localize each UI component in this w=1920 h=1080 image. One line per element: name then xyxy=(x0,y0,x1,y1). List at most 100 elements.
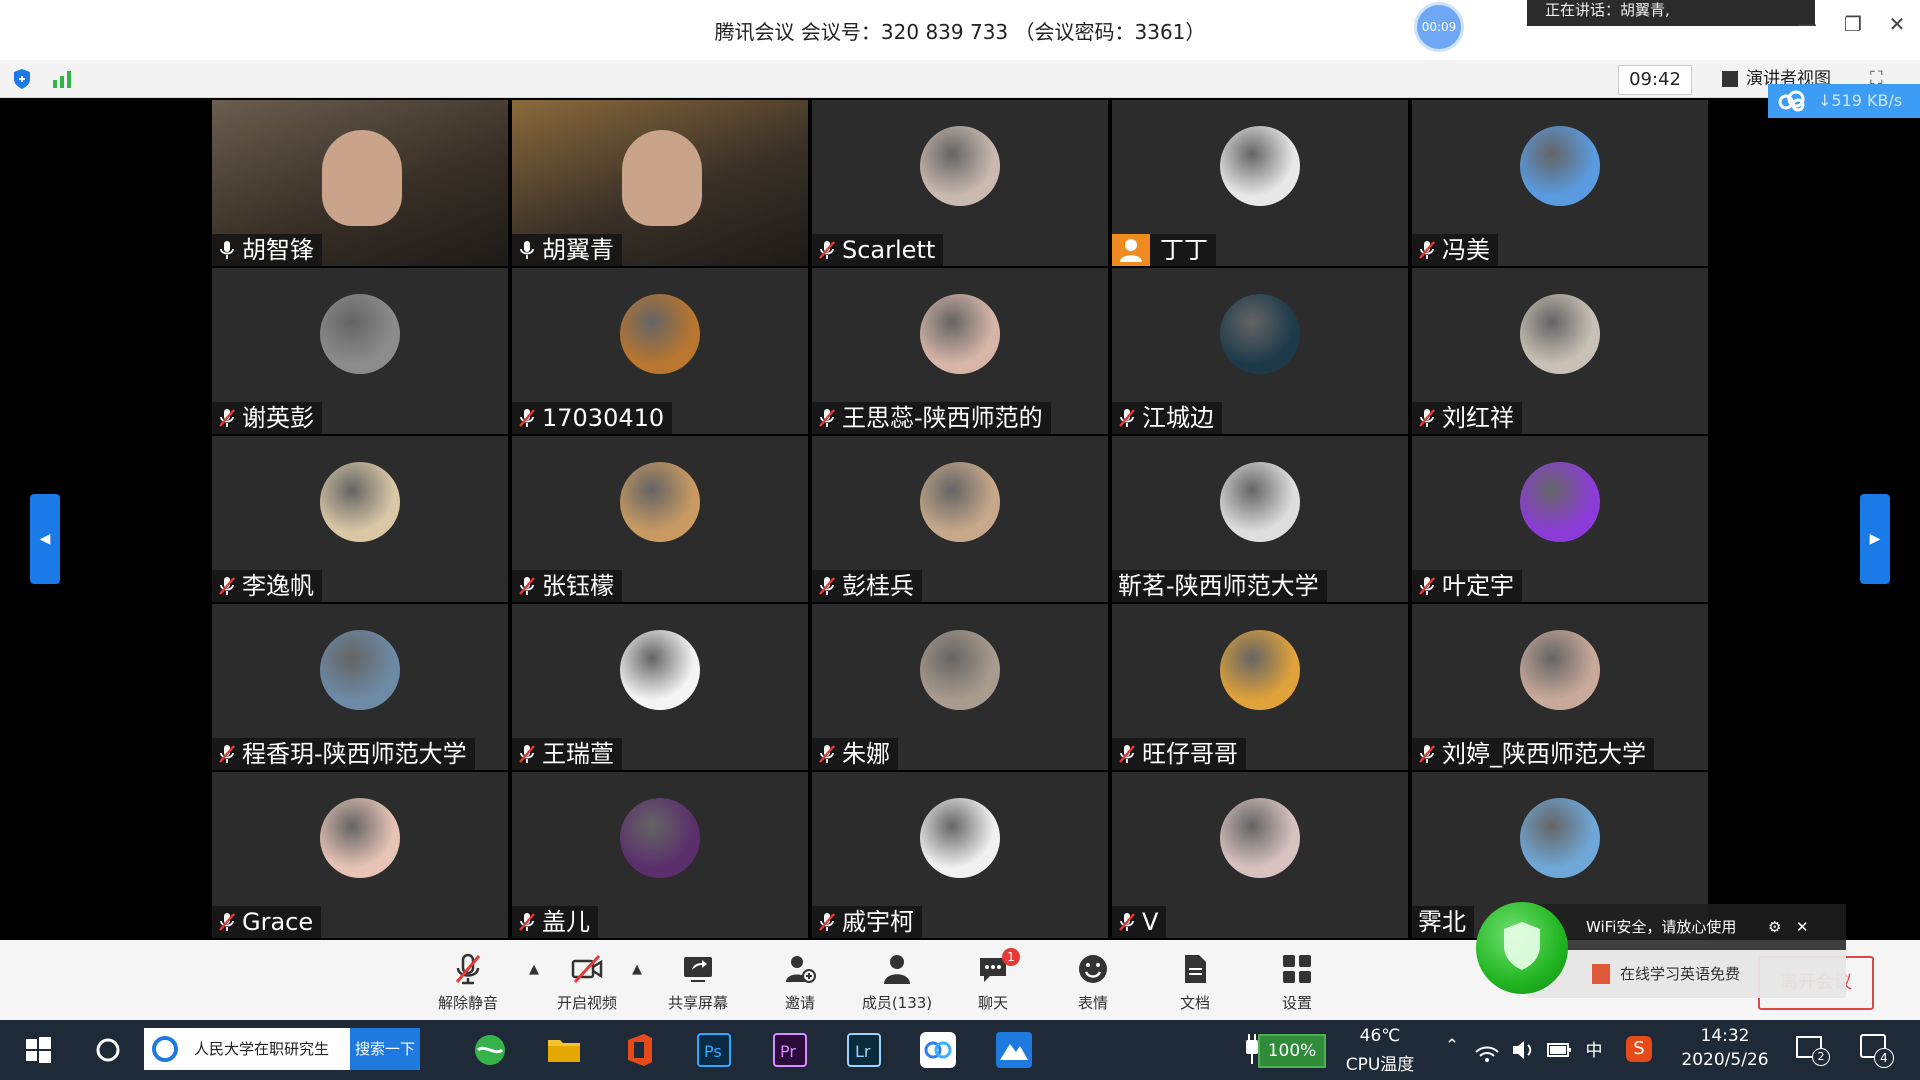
chat-button[interactable]: 1 聊天 xyxy=(948,940,1038,1020)
restore-button[interactable]: ❐ xyxy=(1838,12,1868,36)
next-page-arrow[interactable]: ▶ xyxy=(1860,494,1890,584)
taskbar-date[interactable]: 2020/5/26 xyxy=(1680,1050,1770,1070)
participant-tile[interactable]: 盖儿 xyxy=(512,772,808,938)
battery-tray-icon[interactable] xyxy=(1544,1030,1574,1070)
participant-tile[interactable]: 彭桂兵 xyxy=(812,436,1108,602)
participant-tile[interactable]: 戚宇柯 xyxy=(812,772,1108,938)
file-explorer-icon[interactable] xyxy=(544,1030,584,1070)
participant-tile[interactable]: 刘婷_陕西师范大学 xyxy=(1412,604,1708,770)
wifi-icon[interactable] xyxy=(1472,1030,1502,1070)
mic-muted-icon xyxy=(819,409,835,427)
participant-name: 刘红祥 xyxy=(1442,404,1514,432)
participant-tile[interactable]: 李逸帆 xyxy=(212,436,508,602)
close-icon[interactable]: ✕ xyxy=(1796,904,1809,950)
wifi-popup-ad[interactable]: 在线学习英语免费 xyxy=(1528,950,1846,998)
cpu-temp-value: 46℃ xyxy=(1359,1026,1401,1046)
participant-avatar xyxy=(920,294,1000,374)
wifi-shield-icon[interactable] xyxy=(1476,902,1568,994)
taskbar-search-button[interactable]: 搜索一下 xyxy=(350,1028,420,1070)
lightroom-icon[interactable]: Lr xyxy=(844,1030,884,1070)
participant-name-tag: 刘红祥 xyxy=(1412,402,1522,434)
participant-tile[interactable]: V xyxy=(1112,772,1408,938)
participant-video-person xyxy=(622,130,702,226)
participant-tile[interactable]: 胡智锋 xyxy=(212,100,508,266)
tencent-meeting-icon[interactable] xyxy=(918,1030,958,1070)
office-icon[interactable] xyxy=(620,1030,660,1070)
mic-on-icon xyxy=(220,241,234,259)
participant-tile[interactable]: 王瑞萱 xyxy=(512,604,808,770)
taskbar-search-text: 人民大学在职研究生 xyxy=(194,1040,330,1058)
prev-page-arrow[interactable]: ◀ xyxy=(30,494,60,584)
participant-avatar xyxy=(1220,462,1300,542)
participant-tile[interactable]: 旺仔哥哥 xyxy=(1112,604,1408,770)
participant-name-tag: 胡翼青 xyxy=(512,234,622,266)
task-view-count: 2 xyxy=(1812,1048,1830,1066)
unmute-button[interactable]: 解除静音 xyxy=(423,940,513,1020)
classroom-app-icon[interactable] xyxy=(994,1030,1034,1070)
settings-grid-icon xyxy=(1283,955,1311,983)
start-video-button[interactable]: 开启视频 xyxy=(542,940,632,1020)
documents-button[interactable]: 文档 xyxy=(1150,940,1240,1020)
gear-icon[interactable]: ⚙ xyxy=(1768,904,1781,950)
security-shield-icon[interactable] xyxy=(12,68,32,90)
ime-indicator[interactable]: 中 xyxy=(1580,1036,1608,1061)
battery-indicator[interactable]: 100% xyxy=(1258,1034,1326,1068)
close-button[interactable]: ✕ xyxy=(1882,12,1912,36)
participant-name-tag: 冯美 xyxy=(1412,234,1498,266)
unmute-label: 解除静音 xyxy=(437,994,498,1012)
cloud-icon xyxy=(1778,90,1805,112)
mic-muted-icon xyxy=(819,577,835,595)
participant-tile[interactable]: 刘红祥 xyxy=(1412,268,1708,434)
mic-muted-icon xyxy=(519,913,535,931)
minimize-button[interactable]: — xyxy=(1792,12,1822,36)
participant-tile[interactable]: 17030410 xyxy=(512,268,808,434)
share-screen-label: 共享屏幕 xyxy=(667,994,728,1012)
wifi-popup-text: WiFi安全，请放心使用 xyxy=(1586,918,1737,936)
participant-tile[interactable]: 张钰檬 xyxy=(512,436,808,602)
network-signal-icon[interactable] xyxy=(52,70,74,88)
participant-tile[interactable]: 靳茗-陕西师范大学 xyxy=(1112,436,1408,602)
participant-tile[interactable]: 江城边 xyxy=(1112,268,1408,434)
participant-avatar xyxy=(1520,126,1600,206)
reactions-button[interactable]: 表情 xyxy=(1048,940,1138,1020)
members-button[interactable]: 成员(133) xyxy=(852,940,942,1020)
settings-button[interactable]: 设置 xyxy=(1252,940,1342,1020)
participant-avatar xyxy=(920,630,1000,710)
participant-tile[interactable]: 谢英彭 xyxy=(212,268,508,434)
invite-button[interactable]: 邀请 xyxy=(755,940,845,1020)
participant-tile[interactable]: 丁丁 xyxy=(1112,100,1408,266)
share-screen-button[interactable]: 共享屏幕 xyxy=(653,940,743,1020)
sogou-ime-icon[interactable]: S xyxy=(1626,1036,1652,1062)
browser-360-icon[interactable] xyxy=(470,1030,510,1070)
mic-muted-icon xyxy=(455,953,481,985)
task-view-icon[interactable]: 2 xyxy=(1796,1036,1830,1066)
audio-options-caret[interactable]: ▲ xyxy=(529,962,539,977)
taskbar-search[interactable]: 人民大学在职研究生 搜索一下 xyxy=(144,1028,420,1070)
net-speed-value: ↓519 KB/s xyxy=(1818,91,1903,110)
participant-name: 叶定宇 xyxy=(1442,572,1514,600)
participant-tile[interactable]: 王思蕊-陕西师范的 xyxy=(812,268,1108,434)
participant-tile[interactable]: 冯美 xyxy=(1412,100,1708,266)
windows-start-icon[interactable] xyxy=(18,1030,58,1070)
participant-tile[interactable]: 胡翼青 xyxy=(512,100,808,266)
participant-tile[interactable]: 程香玥-陕西师范大学 xyxy=(212,604,508,770)
mic-muted-icon xyxy=(1419,241,1435,259)
svg-text:Pr: Pr xyxy=(780,1042,796,1061)
action-center-icon[interactable]: 4 xyxy=(1860,1034,1894,1068)
premiere-icon[interactable]: Pr xyxy=(770,1030,810,1070)
participant-name-tag: 朱娜 xyxy=(812,738,898,770)
participant-tile[interactable]: 叶定宇 xyxy=(1412,436,1708,602)
members-icon xyxy=(884,955,910,984)
participant-tile[interactable]: 朱娜 xyxy=(812,604,1108,770)
photoshop-icon[interactable]: Ps xyxy=(694,1030,734,1070)
mic-muted-icon xyxy=(1419,745,1435,763)
volume-icon[interactable] xyxy=(1508,1030,1538,1070)
taskbar-time[interactable]: 14:32 xyxy=(1680,1026,1770,1046)
video-options-caret[interactable]: ▲ xyxy=(632,962,642,977)
participant-avatar xyxy=(920,126,1000,206)
participant-name: 霁北 xyxy=(1418,908,1466,936)
participant-tile[interactable]: Grace xyxy=(212,772,508,938)
tray-expand-icon[interactable]: ⌃ xyxy=(1440,1036,1464,1056)
cortana-icon[interactable] xyxy=(88,1030,128,1070)
participant-tile[interactable]: Scarlett xyxy=(812,100,1108,266)
